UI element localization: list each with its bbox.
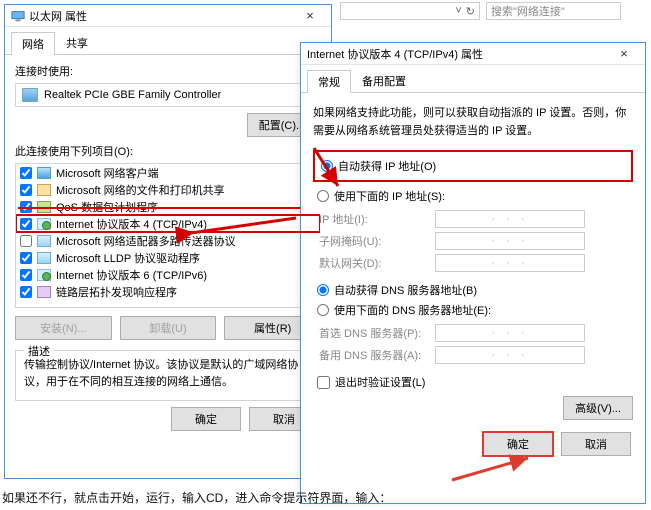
search-placeholder: 搜索"网络连接" [491,3,565,19]
ethernet-properties-window: 以太网 属性 × 网络 共享 连接时使用: Realtek PCIe GBE F… [4,4,332,479]
dropdown-icon[interactable]: ˅ [455,5,461,17]
nic-icon [22,88,38,102]
validate-label: 退出时验证设置(L) [335,374,425,390]
dns2-label: 备用 DNS 服务器(A): [319,347,429,363]
close-icon[interactable]: × [609,46,639,61]
uninstall-button[interactable]: 卸载(U) [120,316,217,340]
list-item[interactable]: Microsoft 网络的文件和打印机共享 [16,181,320,198]
auto-ip-label: 自动获得 IP 地址(O) [338,158,436,174]
component-icon [37,235,51,247]
gateway-input[interactable]: · · · [435,254,585,272]
explorer-top-bar: ˅ ↻ 搜索"网络连接" [340,0,645,22]
adapter-name: Realtek PCIe GBE Family Controller [44,89,221,101]
tab-general[interactable]: 常规 [307,70,351,93]
advanced-button[interactable]: 高级(V)... [563,396,633,420]
tab-share[interactable]: 共享 [55,31,99,54]
components-list[interactable]: Microsoft 网络客户端Microsoft 网络的文件和打印机共享QoS … [15,163,321,308]
description-text: 传输控制协议/Internet 协议。该协议是默认的广域网络协议，用于在不同的相… [24,357,312,390]
breadcrumb-nav[interactable]: ˅ ↻ [340,2,480,20]
component-icon [37,218,51,230]
right-tabs: 常规 备用配置 [301,65,645,93]
items-label: 此连接使用下列项目(O): [15,143,321,159]
list-item-checkbox[interactable] [20,235,32,247]
refresh-icon[interactable]: ↻ [466,5,475,18]
dns2-input[interactable]: · · · [435,346,585,364]
component-icon [37,167,51,179]
window-title-right: Internet 协议版本 4 (TCP/IPv4) 属性 [307,46,609,62]
cancel-button-right[interactable]: 取消 [561,432,631,456]
titlebar-right[interactable]: Internet 协议版本 4 (TCP/IPv4) 属性 × [301,43,645,65]
explorer-search-input[interactable]: 搜索"网络连接" [486,2,621,20]
manual-dns-radio[interactable] [317,304,329,316]
gateway-label: 默认网关(D): [319,255,429,271]
list-item[interactable]: Internet 协议版本 4 (TCP/IPv4) [16,215,320,232]
list-item-checkbox[interactable] [20,252,32,264]
intro-text: 如果网络支持此功能，则可以获取自动指派的 IP 设置。否则，你需要从网络系统管理… [313,105,633,140]
list-item-checkbox[interactable] [20,201,32,213]
manual-ip-radio[interactable] [317,190,329,202]
auto-ip-radio-row[interactable]: 自动获得 IP 地址(O) [321,156,625,176]
description-legend: 描述 [24,343,54,359]
list-item-label: Internet 协议版本 6 (TCP/IPv6) [56,267,207,283]
list-item[interactable]: QoS 数据包计划程序 [16,198,320,215]
list-item[interactable]: 链路层拓扑发现响应程序 [16,283,320,300]
subnet-mask-label: 子网掩码(U): [319,233,429,249]
ethernet-icon [11,9,25,23]
list-item-checkbox[interactable] [20,167,32,179]
adapter-box: Realtek PCIe GBE Family Controller [15,83,321,107]
auto-dns-radio[interactable] [317,284,329,296]
manual-dns-radio-row[interactable]: 使用下面的 DNS 服务器地址(E): [313,300,633,320]
component-icon [37,252,51,264]
list-item[interactable]: Microsoft 网络客户端 [16,164,320,181]
close-icon[interactable]: × [295,8,325,23]
manual-ip-label: 使用下面的 IP 地址(S): [334,188,445,204]
component-icon [37,184,51,196]
dns1-label: 首选 DNS 服务器(P): [319,325,429,341]
ip-address-label: IP 地址(I): [319,211,429,227]
window-title: 以太网 属性 [29,8,295,24]
connect-using-label: 连接时使用: [15,63,321,79]
ok-button-left[interactable]: 确定 [171,407,241,431]
component-icon [37,269,51,281]
auto-ip-group-highlight: 自动获得 IP 地址(O) [313,150,633,182]
list-item-checkbox[interactable] [20,286,32,298]
subnet-mask-input[interactable]: · · · [435,232,585,250]
auto-dns-label: 自动获得 DNS 服务器地址(B) [334,282,477,298]
ip-address-input[interactable]: · · · [435,210,585,228]
list-item-label: 链路层拓扑发现响应程序 [56,284,177,300]
titlebar-left[interactable]: 以太网 属性 × [5,5,331,27]
list-item-label: Microsoft 网络适配器多路传送器协议 [56,233,236,249]
component-icon [37,201,51,213]
validate-on-exit-row[interactable]: 退出时验证设置(L) [313,374,633,390]
list-item[interactable]: Microsoft LLDP 协议驱动程序 [16,249,320,266]
list-item-checkbox[interactable] [20,218,32,230]
list-item[interactable]: Internet 协议版本 6 (TCP/IPv6) [16,266,320,283]
list-item-label: Microsoft 网络客户端 [56,165,159,181]
list-item-label: QoS 数据包计划程序 [56,199,158,215]
manual-ip-radio-row[interactable]: 使用下面的 IP 地址(S): [313,186,633,206]
install-button[interactable]: 安装(N)... [15,316,112,340]
list-item-label: Microsoft 网络的文件和打印机共享 [56,182,225,198]
dns1-input[interactable]: · · · [435,324,585,342]
list-item-checkbox[interactable] [20,269,32,281]
component-icon [37,286,51,298]
auto-dns-radio-row[interactable]: 自动获得 DNS 服务器地址(B) [313,280,633,300]
list-item-label: Microsoft LLDP 协议驱动程序 [56,250,200,266]
list-item-checkbox[interactable] [20,184,32,196]
auto-ip-radio[interactable] [321,160,333,172]
left-tabs: 网络 共享 [5,27,331,55]
ipv4-properties-window: Internet 协议版本 4 (TCP/IPv4) 属性 × 常规 备用配置 … [300,42,646,504]
tab-alternate[interactable]: 备用配置 [351,69,417,92]
manual-dns-label: 使用下面的 DNS 服务器地址(E): [334,302,491,318]
tutorial-footer-text: 如果还不行，就点击开始，运行，输入CD，进入命令提示符界面，输入： [2,489,391,506]
validate-checkbox[interactable] [317,376,330,389]
tab-network[interactable]: 网络 [11,32,55,55]
description-group: 描述 传输控制协议/Internet 协议。该协议是默认的广域网络协议，用于在不… [15,350,321,401]
list-item[interactable]: Microsoft 网络适配器多路传送器协议 [16,232,320,249]
list-item-label: Internet 协议版本 4 (TCP/IPv4) [56,216,207,232]
ok-button-right[interactable]: 确定 [483,432,553,456]
